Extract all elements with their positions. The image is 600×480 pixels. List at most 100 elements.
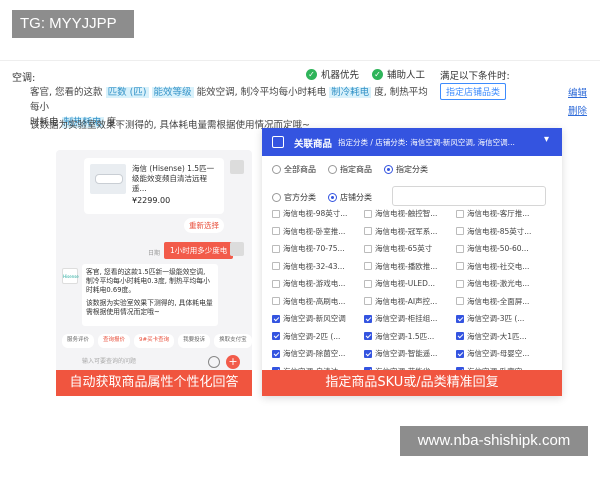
category-checkbox-item[interactable]: 海信电视-50-60... bbox=[456, 243, 529, 254]
checkbox[interactable] bbox=[456, 262, 464, 270]
category-checkbox-item[interactable]: 海信电视-激光电... bbox=[456, 278, 529, 289]
quick-chip[interactable]: 服务评价 bbox=[62, 334, 95, 348]
category-checkbox-item[interactable]: 海信电视-高刷电... bbox=[272, 296, 345, 307]
variable-chip-match[interactable]: 匹数 (匹) bbox=[105, 87, 149, 98]
category-label: 海信电视-播欧推... bbox=[375, 261, 438, 271]
checkbox[interactable] bbox=[272, 349, 280, 358]
checkbox[interactable] bbox=[456, 244, 464, 253]
category-checkbox-item[interactable]: 海信空调-2匹 (... bbox=[272, 331, 340, 342]
category-checkbox-item[interactable]: 海信电视-社交电... bbox=[456, 261, 529, 272]
checkbox[interactable] bbox=[272, 314, 280, 323]
category-label: 海信电视-触控智... bbox=[375, 209, 438, 218]
category-checkbox-item[interactable]: 海信电视-98英寸... bbox=[272, 208, 347, 219]
category-checkbox-item[interactable]: 海信电视-65英寸 bbox=[364, 243, 432, 254]
watermark: www.nba-shishipk.com bbox=[400, 426, 588, 456]
category-label: 海信空调-2匹 (... bbox=[283, 331, 341, 341]
checkbox[interactable] bbox=[456, 227, 464, 235]
checkbox[interactable] bbox=[456, 297, 464, 305]
delete-link[interactable]: 删除 bbox=[568, 103, 587, 117]
category-checkbox-item[interactable]: 海信空调-除菌空... bbox=[272, 348, 345, 359]
quick-chip[interactable]: 9#买卡查询 bbox=[134, 334, 175, 348]
radio-shop-category[interactable]: 店铺分类 bbox=[328, 192, 372, 203]
checkbox[interactable] bbox=[364, 279, 372, 288]
checkbox[interactable] bbox=[364, 227, 372, 235]
category-label: 海信空调-新风空调 bbox=[283, 314, 346, 323]
checkbox[interactable] bbox=[364, 314, 372, 323]
human-assist-option[interactable]: ✓ 辅助人工 bbox=[372, 67, 425, 81]
checkbox[interactable] bbox=[364, 209, 372, 218]
category-checkbox-item[interactable]: 海信空调-母婴空... bbox=[456, 348, 529, 359]
category-checkbox-item[interactable]: 海信电视-全面屏... bbox=[456, 296, 529, 307]
category-checkbox-item[interactable]: 海信空调-3匹 (... bbox=[456, 313, 524, 324]
checkbox[interactable] bbox=[364, 244, 372, 253]
category-label: 海信空调-1.5匹... bbox=[375, 331, 435, 341]
category-search-input[interactable] bbox=[392, 186, 546, 206]
category-checkbox-item[interactable]: 海信电视-ULED... bbox=[364, 278, 435, 289]
category-checkbox-item[interactable]: 海信电视-客厅推... bbox=[456, 208, 529, 219]
checkbox[interactable] bbox=[272, 227, 280, 235]
checkbox[interactable] bbox=[456, 279, 464, 288]
category-checkbox-item[interactable]: 海信电视-32-43... bbox=[272, 261, 345, 272]
condition-tag[interactable]: 指定店铺品类 bbox=[440, 83, 507, 100]
edit-link[interactable]: 编辑 bbox=[568, 85, 587, 99]
checkbox[interactable] bbox=[272, 279, 280, 288]
radio-official-category[interactable]: 官方分类 bbox=[272, 192, 316, 203]
category-label: 海信空调-除菌空... bbox=[283, 349, 346, 358]
category-checkbox-item[interactable]: 海信电视-冠军系... bbox=[364, 226, 437, 237]
chevron-down-icon[interactable]: ▾ bbox=[544, 134, 549, 145]
condition-label: 满足以下条件时: bbox=[440, 71, 510, 82]
category-label: 海信空调-智能遥... bbox=[375, 349, 438, 358]
category-checkbox-item[interactable]: 海信空调-新风空调 bbox=[272, 313, 346, 324]
category-checkbox-item[interactable]: 海信空调-大1匹... bbox=[456, 331, 527, 342]
category-checkbox-item[interactable]: 海信电视-70-75... bbox=[272, 243, 345, 254]
category-checkbox-item[interactable]: 海信电视-触控智... bbox=[364, 208, 437, 219]
checkbox[interactable] bbox=[456, 209, 464, 218]
config-header[interactable]: 关联商品 指定分类 / 店铺分类: 海信空调-新风空调, 海信空调... ▾ bbox=[262, 128, 562, 156]
checkbox[interactable] bbox=[272, 297, 280, 305]
user-message: 1小时用多少度电 bbox=[164, 242, 234, 259]
category-checkbox-item[interactable]: 海信电视-播欧推... bbox=[364, 261, 437, 272]
checkbox[interactable] bbox=[272, 262, 280, 270]
category-checkbox-item[interactable]: 海信空调-1.5匹... bbox=[364, 331, 434, 342]
radio-all-products[interactable]: 全部商品 bbox=[272, 164, 316, 175]
product-card[interactable]: 海信 (Hisense) 1.5匹一级能效变频自清洁远程遥... ¥2299.0… bbox=[84, 158, 224, 214]
checkbox[interactable] bbox=[272, 209, 280, 218]
checkbox[interactable] bbox=[456, 332, 464, 340]
category-label: 海信电视-98英寸... bbox=[283, 209, 348, 218]
category-checkbox-item[interactable]: 海信空调-柜挂组... bbox=[364, 313, 437, 324]
category-checkbox-item[interactable]: 海信电视-卧室推... bbox=[272, 226, 345, 237]
category-checkbox-item[interactable]: 海信电视-85英寸... bbox=[456, 226, 531, 237]
checkbox[interactable] bbox=[272, 244, 280, 253]
radio-specific-products[interactable]: 指定商品 bbox=[328, 164, 372, 175]
radio-label: 店铺分类 bbox=[340, 193, 372, 202]
category-label: 海信电视-AI声控... bbox=[375, 296, 438, 306]
checkbox[interactable] bbox=[364, 349, 372, 358]
category-checkbox-item[interactable]: 海信电视-AI声控... bbox=[364, 296, 437, 307]
checkbox[interactable] bbox=[456, 349, 464, 358]
robot-first-option[interactable]: ✓ 机器优先 bbox=[306, 67, 359, 81]
quick-chip[interactable]: 换取支付宝 bbox=[214, 334, 252, 348]
category-label: 海信电视-32-43... bbox=[283, 261, 345, 271]
user-avatar bbox=[230, 160, 244, 174]
emoji-icon[interactable] bbox=[208, 356, 220, 368]
category-checkbox-item[interactable]: 海信空调-智能遥... bbox=[364, 348, 437, 359]
variable-chip-level[interactable]: 能效等级 bbox=[151, 87, 194, 98]
robot-first-label: 机器优先 bbox=[321, 70, 360, 81]
chat-input[interactable]: 输入可要查询的问题 bbox=[82, 356, 202, 368]
category-label: 海信空调-大1匹... bbox=[467, 331, 527, 341]
plus-icon[interactable]: + bbox=[226, 355, 240, 369]
radio-specific-category[interactable]: 指定分类 bbox=[384, 164, 428, 175]
reselect-button[interactable]: 重新选择 bbox=[184, 218, 224, 233]
category-label: 海信电视-游戏电... bbox=[283, 279, 346, 288]
category-checkbox-item[interactable]: 海信电视-游戏电... bbox=[272, 278, 345, 289]
checkbox[interactable] bbox=[364, 332, 372, 340]
checkbox[interactable] bbox=[364, 262, 372, 270]
human-assist-label: 辅助人工 bbox=[387, 70, 426, 81]
quick-chip[interactable]: 我要投诉 bbox=[178, 334, 211, 348]
checkbox[interactable] bbox=[272, 332, 280, 340]
checkbox[interactable] bbox=[456, 314, 464, 323]
radio-label: 全部商品 bbox=[284, 165, 316, 174]
quick-chip[interactable]: 查询报价 bbox=[98, 334, 131, 348]
checkbox[interactable] bbox=[364, 297, 372, 305]
variable-chip-cool[interactable]: 制冷耗电 bbox=[329, 87, 372, 98]
